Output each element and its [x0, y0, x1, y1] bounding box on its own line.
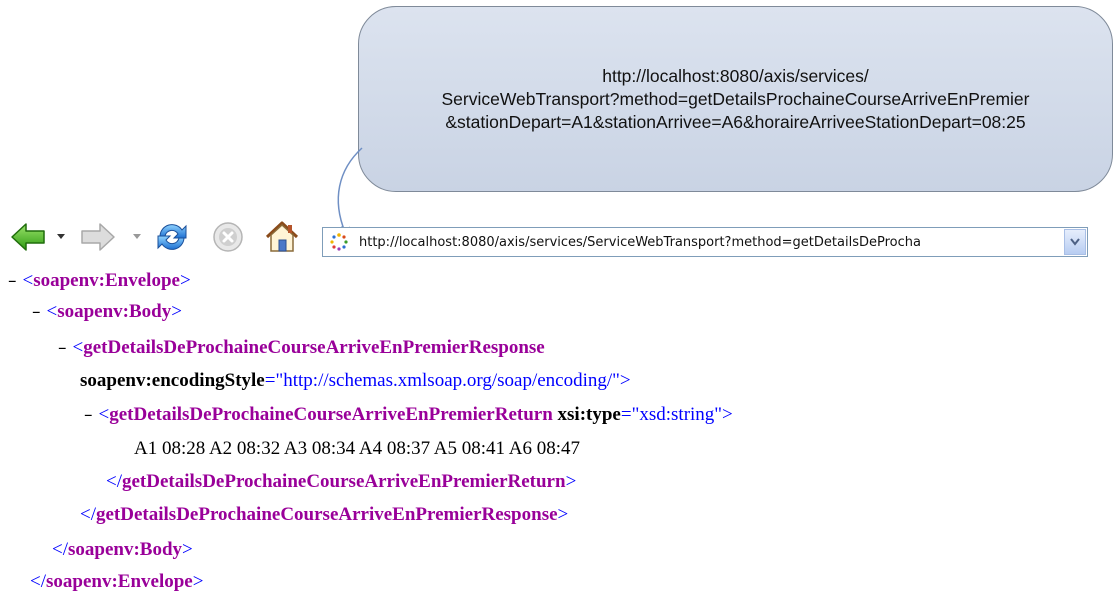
xml-tag-name: getDetailsDeProchaineCourseArriveEnPremi… [109, 404, 553, 425]
collapse-toggle[interactable]: – [8, 271, 17, 291]
xml-attr-name: xsi:type [557, 404, 621, 425]
address-dropdown-button[interactable] [1064, 229, 1086, 255]
browser-toolbar: http://localhost:8080/axis/services/Serv… [0, 211, 1118, 263]
address-input[interactable]: http://localhost:8080/axis/services/Serv… [359, 235, 1054, 250]
xml-line-envelope-close: </soapenv:Envelope> [30, 569, 203, 592]
xml-tag-name: soapenv:Envelope [33, 270, 180, 291]
back-button[interactable] [8, 217, 48, 257]
xml-line-body-close: </soapenv:Body> [52, 537, 193, 563]
xml-bracket: > [565, 471, 577, 492]
xml-bracket: > [171, 301, 182, 322]
xml-tag-name: soapenv:Envelope [46, 571, 193, 592]
xml-line-body-open: – <soapenv:Body> [32, 299, 182, 325]
xml-attr-eq: =" [264, 370, 284, 391]
xml-bracket: </ [80, 504, 96, 525]
xml-bracket: "> [714, 404, 733, 425]
back-dropdown[interactable] [56, 229, 66, 245]
xml-attr-name: soapenv:encodingStyle [80, 370, 265, 391]
xml-attr-eq: =" [620, 404, 640, 425]
xml-bracket: > [557, 504, 569, 525]
address-bar[interactable]: http://localhost:8080/axis/services/Serv… [322, 227, 1088, 257]
xml-bracket: > [179, 270, 191, 291]
xml-line-encoding-attr: soapenv:encodingStyle="http://schemas.xm… [80, 368, 631, 394]
callout-line-2: ServiceWebTransport?method=getDetailsPro… [441, 88, 1030, 109]
refresh-icon [157, 224, 187, 250]
xml-bracket: </ [52, 539, 68, 560]
xml-bracket: </ [30, 571, 46, 592]
xml-bracket: < [46, 301, 58, 322]
stop-icon [213, 222, 243, 252]
xml-line-return-open: – <getDetailsDeProchaineCourseArriveEnPre… [84, 402, 733, 428]
xml-line-response-open: – <getDetailsDeProchaineCourseArriveEnPre… [58, 335, 545, 361]
small-dropdown-icon [57, 234, 65, 239]
small-dropdown-icon [133, 234, 141, 239]
forward-arrow-icon [81, 223, 115, 251]
xml-text-value: A1 08:28 A2 08:32 A3 08:34 A4 08:37 A5 0… [134, 438, 581, 459]
xml-tag-name: getDetailsDeProchaineCourseArriveEnPremi… [83, 337, 545, 358]
loading-page-icon [330, 233, 348, 251]
xml-line-text-content: A1 08:28 A2 08:32 A3 08:34 A4 08:37 A5 0… [134, 436, 580, 462]
page-icon [327, 230, 351, 254]
xml-line-return-close: </getDetailsDeProchaineCourseArriveEnPre… [106, 469, 576, 495]
forward-button[interactable] [78, 217, 118, 257]
xml-attr-value: http://schemas.xmlsoap.org/soap/encoding… [283, 370, 613, 391]
xml-bracket: < [98, 404, 110, 425]
xml-bracket: </ [106, 471, 122, 492]
xml-bracket: < [72, 337, 84, 358]
callout-line-1: http://localhost:8080/axis/services/ [602, 65, 869, 86]
xml-tag-name: soapenv:Body [57, 301, 172, 322]
home-icon [265, 221, 299, 252]
xml-tag-name: getDetailsDeProchaineCourseArriveEnPremi… [96, 504, 558, 525]
url-callout: http://localhost:8080/axis/services/ Ser… [358, 6, 1113, 192]
xml-attr-value: xsd:string [639, 404, 715, 425]
refresh-button[interactable] [152, 217, 192, 257]
callout-line-3: &stationDepart=A1&stationArrivee=A6&hora… [445, 111, 1026, 132]
xml-tag-name: soapenv:Body [68, 539, 183, 560]
xml-line-envelope-open: – <soapenv:Envelope> [8, 268, 191, 294]
xml-bracket: > [192, 571, 204, 592]
collapse-toggle[interactable]: – [58, 338, 67, 358]
back-arrow-icon [11, 223, 45, 251]
home-button[interactable] [262, 217, 302, 257]
xml-bracket: < [22, 270, 34, 291]
xml-bracket: > [182, 539, 193, 560]
collapse-toggle[interactable]: – [84, 405, 93, 425]
xml-line-response-close: </getDetailsDeProchaineCourseArriveEnPre… [80, 502, 568, 528]
chevron-down-icon [1070, 238, 1080, 246]
stop-button[interactable] [208, 217, 248, 257]
callout-text: http://localhost:8080/axis/services/ Ser… [442, 65, 1030, 134]
collapse-toggle[interactable]: – [32, 302, 41, 322]
xml-bracket: "> [612, 370, 631, 391]
xml-tag-name: getDetailsDeProchaineCourseArriveEnPremi… [122, 471, 566, 492]
forward-dropdown[interactable] [132, 229, 142, 245]
